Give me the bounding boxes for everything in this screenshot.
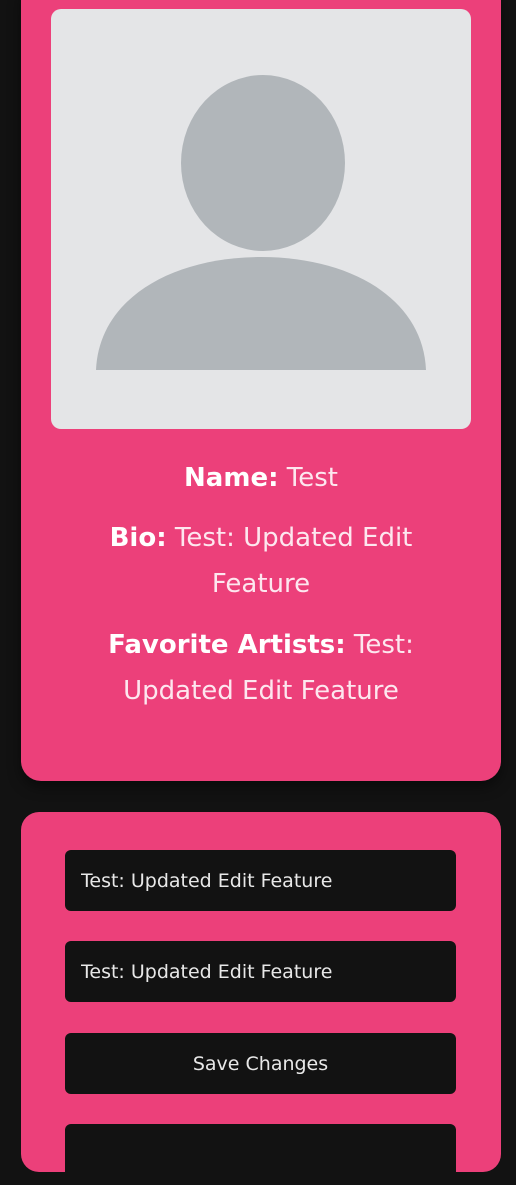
bio-label: Bio: — [109, 523, 167, 553]
secondary-button[interactable] — [65, 1124, 456, 1185]
favorite-artists-input[interactable] — [65, 941, 456, 1002]
favorite-artists-label: Favorite Artists: — [108, 630, 346, 660]
save-changes-button[interactable]: Save Changes — [65, 1033, 456, 1094]
default-user-avatar-icon — [96, 75, 426, 370]
profile-bio: Bio: Test: Updated Edit Feature — [21, 515, 501, 607]
edit-profile-form: Save Changes — [21, 812, 501, 1185]
name-value: Test — [286, 463, 338, 493]
name-label: Name: — [184, 463, 279, 493]
profile-card: Name: Test Bio: Test: Updated Edit Featu… — [21, 0, 501, 781]
profile-name: Name: Test — [21, 455, 501, 501]
avatar — [51, 9, 471, 429]
bio-input[interactable] — [65, 850, 456, 911]
profile-favorite-artists: Favorite Artists: Test: Updated Edit Fea… — [21, 622, 501, 714]
bio-value: Test: Updated Edit Feature — [174, 523, 413, 599]
